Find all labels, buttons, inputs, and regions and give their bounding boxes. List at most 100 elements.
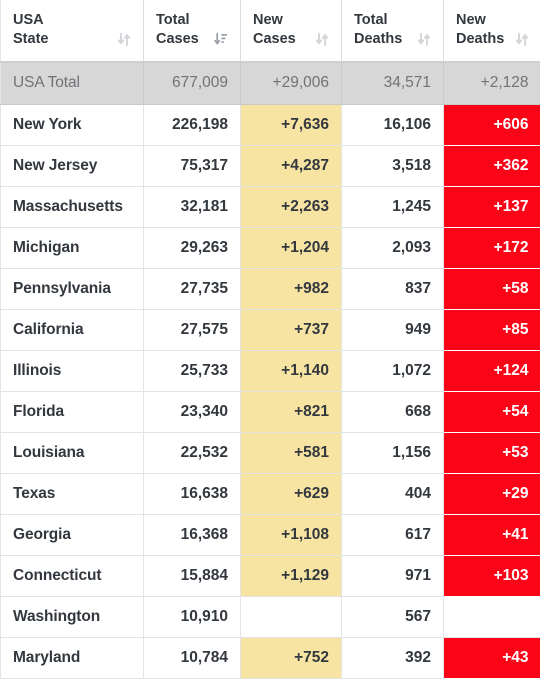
header-row: USA State Total Cases New Cases Total Deaths New… [0, 0, 540, 63]
cell-total-cases: 10,910 [143, 596, 241, 638]
sort-descending-icon[interactable] [214, 32, 228, 47]
column-header-line1: USA [13, 12, 44, 28]
column-header-line2: Deaths [456, 31, 505, 47]
column-header-line2: Cases [253, 31, 296, 47]
cell-total-cases: 16,368 [143, 514, 241, 556]
cell-total-deaths: 392 [341, 637, 444, 679]
cell-total-deaths: 3,518 [341, 145, 444, 187]
column-header-line2: Deaths [354, 31, 403, 47]
table-row: California 27,575 +737 949 +85 [0, 309, 540, 351]
cell-new-cases: +2,263 [240, 186, 342, 228]
cell-state: Connecticut [0, 555, 144, 597]
cell-state: Illinois [0, 350, 144, 392]
column-header-ncases[interactable]: New Cases [240, 0, 342, 63]
table-row: Massachusetts 32,181 +2,263 1,245 +137 [0, 186, 540, 228]
table-row: Georgia 16,368 +1,108 617 +41 [0, 514, 540, 556]
cell-total-cases: 677,009 [143, 62, 241, 105]
cell-total-cases: 75,317 [143, 145, 241, 187]
table-row: Connecticut 15,884 +1,129 971 +103 [0, 555, 540, 597]
cell-total-deaths: 2,093 [341, 227, 444, 269]
column-header-line2: State [13, 31, 49, 47]
cell-new-deaths: +53 [443, 432, 540, 474]
cell-new-cases: +1,204 [240, 227, 342, 269]
cell-state: New York [0, 104, 144, 146]
table-body: USA Total 677,009 +29,006 34,571 +2,128 New Y… [0, 62, 540, 679]
cell-state: Pennsylvania [0, 268, 144, 310]
cell-new-cases: +7,636 [240, 104, 342, 146]
cell-state: USA Total [0, 62, 144, 105]
cell-state: New Jersey [0, 145, 144, 187]
covid-state-table-container: USA State Total Cases New Cases Total Deaths New… [0, 0, 540, 682]
cell-state: Maryland [0, 637, 144, 679]
cell-total-deaths: 617 [341, 514, 444, 556]
cell-new-cases [240, 596, 342, 638]
table-row: Florida 23,340 +821 668 +54 [0, 391, 540, 433]
cell-total-cases: 10,784 [143, 637, 241, 679]
cell-state: Texas [0, 473, 144, 515]
cell-total-cases: 16,638 [143, 473, 241, 515]
cell-new-deaths: +606 [443, 104, 540, 146]
cell-new-deaths: +362 [443, 145, 540, 187]
cell-new-deaths: +137 [443, 186, 540, 228]
cell-state: Florida [0, 391, 144, 433]
cell-state: California [0, 309, 144, 351]
covid-state-table: USA State Total Cases New Cases Total Deaths New… [0, 0, 540, 679]
cell-new-deaths: +2,128 [443, 62, 540, 105]
table-row: Michigan 29,263 +1,204 2,093 +172 [0, 227, 540, 269]
sort-toggle-icon[interactable] [515, 32, 529, 47]
cell-new-deaths [443, 596, 540, 638]
cell-total-cases: 15,884 [143, 555, 241, 597]
cell-total-deaths: 567 [341, 596, 444, 638]
cell-total-cases: 29,263 [143, 227, 241, 269]
cell-new-cases: +737 [240, 309, 342, 351]
cell-total-deaths: 34,571 [341, 62, 444, 105]
table-row: New Jersey 75,317 +4,287 3,518 +362 [0, 145, 540, 187]
table-row: Illinois 25,733 +1,140 1,072 +124 [0, 350, 540, 392]
column-header-line1: Total [156, 12, 190, 28]
column-header-ndeaths[interactable]: New Deaths [443, 0, 540, 63]
cell-new-cases: +1,140 [240, 350, 342, 392]
cell-new-deaths: +85 [443, 309, 540, 351]
cell-total-cases: 27,735 [143, 268, 241, 310]
cell-new-deaths: +54 [443, 391, 540, 433]
column-header-line1: New [456, 12, 486, 28]
cell-new-cases: +629 [240, 473, 342, 515]
cell-total-cases: 226,198 [143, 104, 241, 146]
column-header-line2: Cases [156, 31, 199, 47]
cell-total-deaths: 949 [341, 309, 444, 351]
cell-new-cases: +581 [240, 432, 342, 474]
cell-total-deaths: 1,245 [341, 186, 444, 228]
sort-toggle-icon[interactable] [417, 32, 431, 47]
sort-toggle-icon[interactable] [315, 32, 329, 47]
cell-total-cases: 25,733 [143, 350, 241, 392]
cell-new-cases: +4,287 [240, 145, 342, 187]
cell-new-cases: +1,108 [240, 514, 342, 556]
cell-new-cases: +821 [240, 391, 342, 433]
cell-new-deaths: +29 [443, 473, 540, 515]
cell-total-cases: 23,340 [143, 391, 241, 433]
column-header-tdeaths[interactable]: Total Deaths [341, 0, 444, 63]
sort-toggle-icon[interactable] [117, 32, 131, 47]
cell-state: Georgia [0, 514, 144, 556]
cell-total-deaths: 1,156 [341, 432, 444, 474]
cell-total-cases: 32,181 [143, 186, 241, 228]
cell-new-deaths: +58 [443, 268, 540, 310]
table-header: USA State Total Cases New Cases Total Deaths New… [0, 0, 540, 63]
cell-total-cases: 22,532 [143, 432, 241, 474]
cell-new-deaths: +172 [443, 227, 540, 269]
table-row: Texas 16,638 +629 404 +29 [0, 473, 540, 515]
cell-state: Washington [0, 596, 144, 638]
cell-state: Massachusetts [0, 186, 144, 228]
table-row: Washington 10,910 567 [0, 596, 540, 638]
column-header-line1: New [253, 12, 283, 28]
column-header-state[interactable]: USA State [0, 0, 144, 63]
column-header-tcases[interactable]: Total Cases [143, 0, 241, 63]
cell-total-deaths: 404 [341, 473, 444, 515]
cell-total-deaths: 16,106 [341, 104, 444, 146]
cell-total-deaths: 837 [341, 268, 444, 310]
column-header-line1: Total [354, 12, 388, 28]
cell-new-cases: +1,129 [240, 555, 342, 597]
cell-state: Michigan [0, 227, 144, 269]
cell-new-deaths: +124 [443, 350, 540, 392]
table-row: Pennsylvania 27,735 +982 837 +58 [0, 268, 540, 310]
